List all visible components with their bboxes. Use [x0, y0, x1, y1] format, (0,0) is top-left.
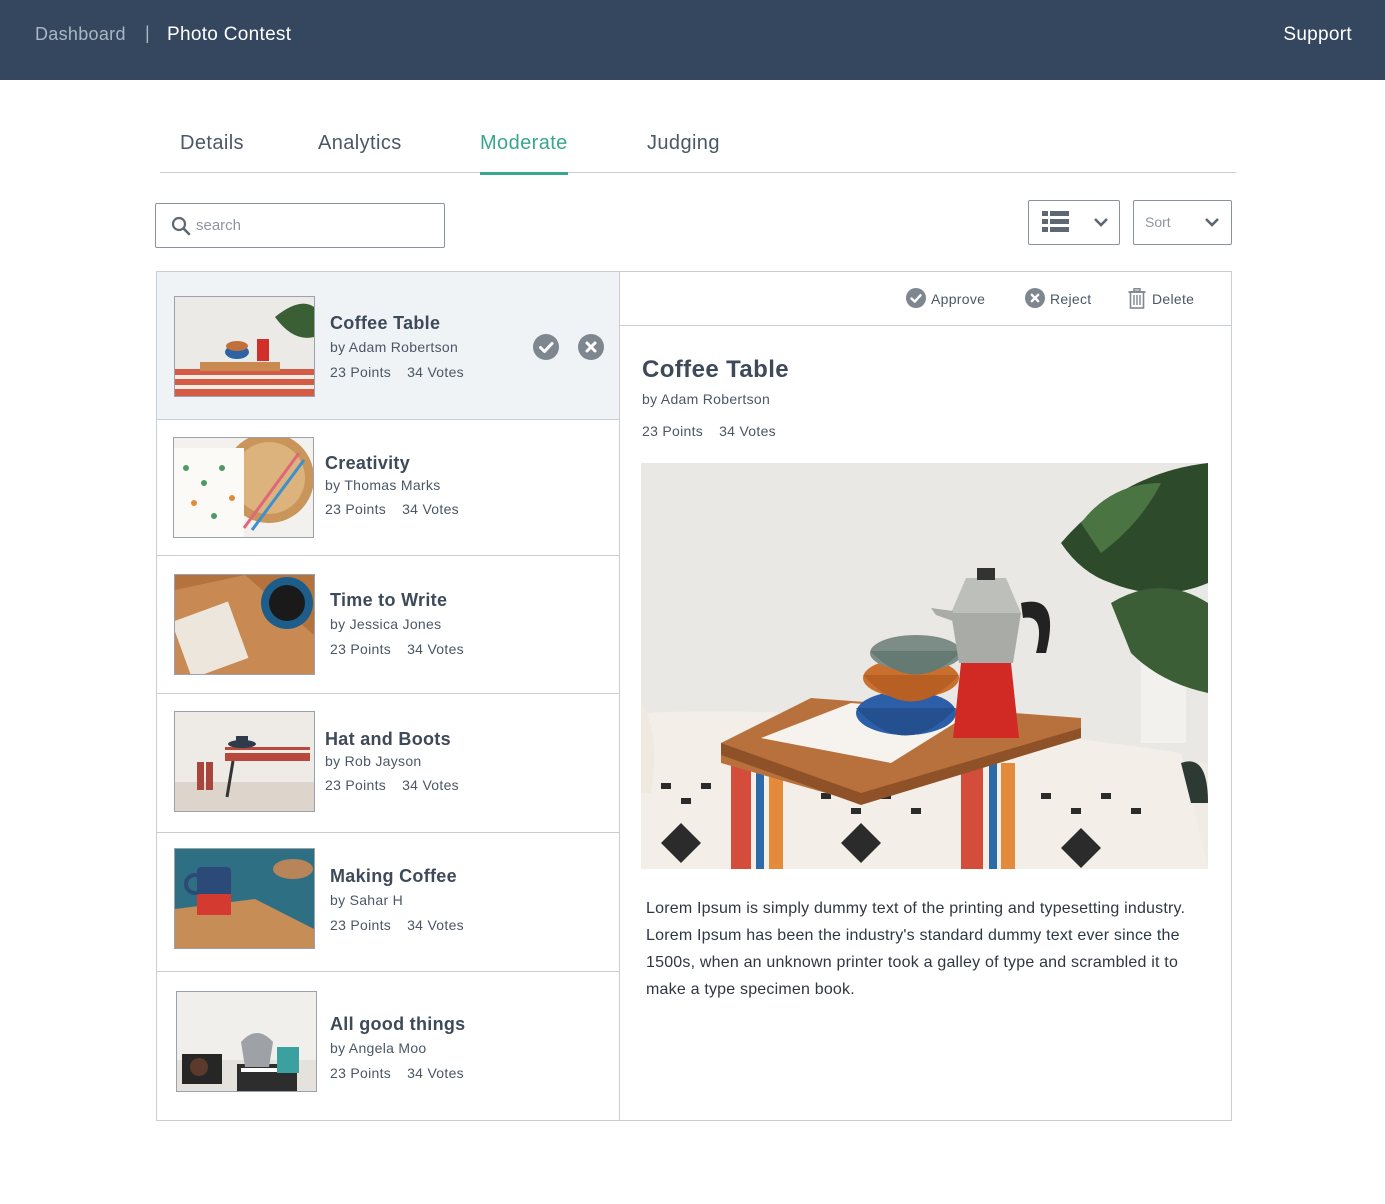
moderation-panel: Coffee Table by Adam Robertson 23 Points…: [156, 271, 1232, 1121]
close-circle-icon: [1025, 288, 1045, 308]
breadcrumb-separator: |: [145, 23, 150, 43]
entry-points: 23 Points: [330, 364, 392, 380]
detail-reject-button[interactable]: Reject: [1025, 288, 1100, 311]
detail-votes: 34 Votes: [719, 423, 776, 439]
entry-stats: 23 Points 34 Votes: [330, 641, 464, 657]
entry-votes: 34 Votes: [407, 641, 464, 657]
entry-thumbnail: [174, 574, 315, 675]
list-item[interactable]: Making Coffee by Sahar H 23 Points 34 Vot…: [157, 833, 619, 972]
detail-author: by Adam Robertson: [642, 391, 771, 407]
detail-delete-button[interactable]: Delete: [1128, 288, 1203, 311]
entry-thumbnail: [176, 991, 317, 1092]
entry-author: by Jessica Jones: [330, 616, 442, 632]
search-input[interactable]: [196, 204, 436, 247]
entry-author: by Rob Jayson: [325, 753, 422, 769]
entry-points: 23 Points: [330, 917, 392, 933]
entry-votes: 34 Votes: [407, 1065, 464, 1081]
detail-photo: [641, 463, 1208, 869]
top-nav-bar: Dashboard | Photo Contest Support: [0, 0, 1385, 80]
list-item[interactable]: Time to Write by Jessica Jones 23 Points…: [157, 556, 619, 694]
close-icon: [585, 341, 597, 353]
entry-title: All good things: [330, 1014, 466, 1034]
support-link[interactable]: Support: [1283, 24, 1352, 46]
entry-title: Making Coffee: [330, 866, 457, 886]
entry-title: Hat and Boots: [325, 729, 451, 749]
detail-stats: 23 Points 34 Votes: [642, 423, 776, 439]
entry-points: 23 Points: [330, 1065, 392, 1081]
approve-label: Approve: [931, 291, 986, 307]
entry-author: by Angela Moo: [330, 1040, 427, 1056]
tab-judging[interactable]: Judging: [647, 132, 720, 172]
entry-points: 23 Points: [330, 641, 392, 657]
detail-description: Lorem Ipsum is simply dummy text of the …: [646, 900, 1186, 998]
tab-moderate[interactable]: Moderate: [480, 132, 568, 175]
list-item[interactable]: All good things by Angela Moo 23 Points 3…: [157, 972, 619, 1120]
entry-list: Coffee Table by Adam Robertson 23 Points…: [157, 272, 620, 1120]
sort-label: Sort: [1145, 214, 1171, 230]
reject-button[interactable]: [578, 334, 604, 360]
entry-thumbnail: [174, 296, 315, 397]
detail-title: Coffee Table: [642, 356, 790, 383]
entry-votes: 34 Votes: [402, 777, 459, 793]
entry-author: by Sahar H: [330, 892, 404, 908]
list-icon: [1042, 211, 1069, 232]
entry-stats: 23 Points 34 Votes: [325, 501, 459, 517]
entry-points: 23 Points: [325, 501, 387, 517]
delete-label: Delete: [1152, 291, 1195, 307]
entry-stats: 23 Points 34 Votes: [330, 1065, 464, 1081]
entry-votes: 34 Votes: [407, 917, 464, 933]
sort-dropdown[interactable]: Sort: [1133, 200, 1232, 245]
entry-points: 23 Points: [325, 777, 387, 793]
reject-label: Reject: [1050, 291, 1092, 307]
entry-thumbnail: [174, 848, 315, 949]
detail-points: 23 Points: [642, 423, 704, 439]
entry-title: Creativity: [325, 453, 411, 473]
view-mode-dropdown[interactable]: [1028, 200, 1120, 245]
breadcrumb-dashboard-link[interactable]: Dashboard: [35, 24, 126, 45]
entry-title: Coffee Table: [330, 313, 441, 333]
entry-votes: 34 Votes: [407, 364, 464, 380]
search-box: [155, 203, 445, 248]
entry-title: Time to Write: [330, 590, 448, 610]
entry-stats: 23 Points 34 Votes: [330, 917, 464, 933]
entry-author: by Adam Robertson: [330, 339, 459, 355]
trash-icon: [1128, 288, 1146, 309]
chevron-down-icon: [1205, 218, 1219, 227]
entry-thumbnail: [174, 711, 315, 812]
check-circle-icon: [906, 288, 926, 308]
entry-thumbnail: [173, 437, 314, 538]
tab-details[interactable]: Details: [180, 132, 244, 172]
chevron-down-icon: [1094, 218, 1108, 227]
list-item[interactable]: Creativity by Thomas Marks 23 Points 34 V…: [157, 420, 619, 556]
approve-button[interactable]: [533, 334, 559, 360]
entry-stats: 23 Points 34 Votes: [325, 777, 459, 793]
list-item[interactable]: Coffee Table by Adam Robertson 23 Points…: [157, 272, 619, 420]
list-item[interactable]: Hat and Boots by Rob Jayson 23 Points 34 …: [157, 694, 619, 833]
tab-analytics[interactable]: Analytics: [318, 132, 402, 172]
entry-detail: Approve Reject Delete Coffee Table by Ad…: [620, 272, 1231, 1120]
page-title: Photo Contest: [167, 24, 292, 45]
check-icon: [539, 342, 554, 353]
search-icon: [171, 216, 191, 236]
entry-votes: 34 Votes: [402, 501, 459, 517]
tab-bar: Details Analytics Moderate Judging: [160, 110, 1236, 175]
entry-author: by Thomas Marks: [325, 477, 441, 493]
detail-approve-button[interactable]: Approve: [906, 288, 996, 311]
entry-stats: 23 Points 34 Votes: [330, 364, 464, 380]
detail-action-bar: Approve Reject Delete: [620, 272, 1231, 326]
